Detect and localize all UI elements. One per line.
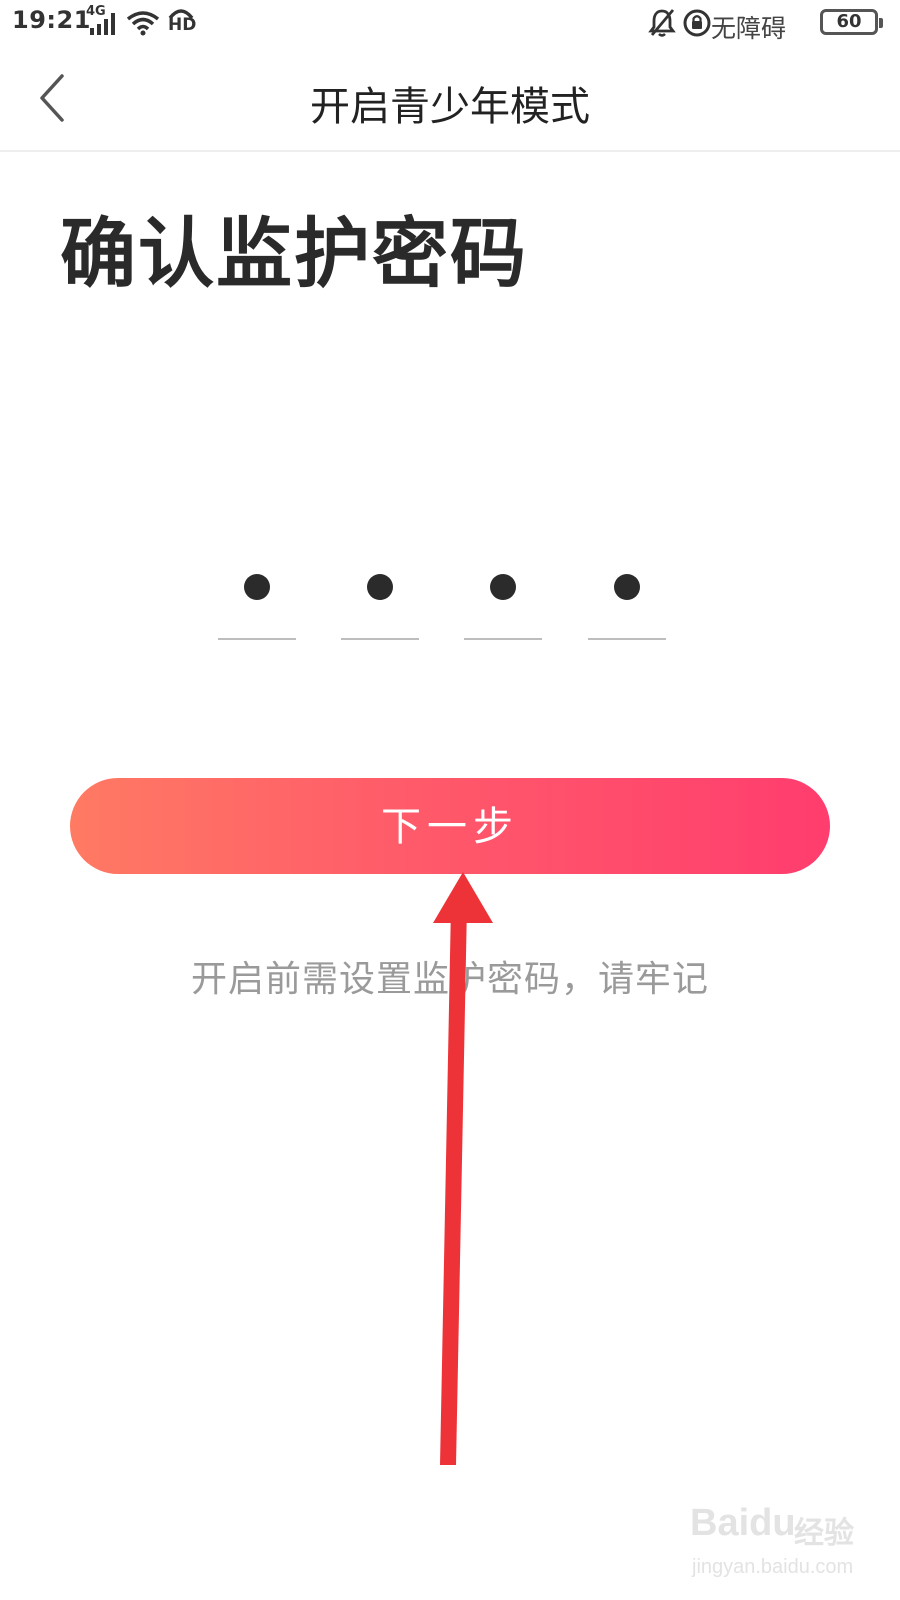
alarm-off-icon — [648, 9, 676, 37]
watermark-brand-cn: 经验 — [794, 1516, 854, 1551]
battery-level: 60 — [836, 11, 862, 32]
status-time: 19:21 — [12, 6, 91, 34]
pin-underline — [464, 638, 542, 640]
battery-icon: 60 — [820, 9, 883, 35]
hd-call-icon: HD — [166, 6, 197, 35]
watermark-brand: Baidu — [690, 1502, 796, 1544]
pin-dot — [367, 574, 393, 600]
pin-underline — [341, 638, 419, 640]
signal-icon — [90, 13, 115, 35]
pin-digit-2[interactable] — [341, 560, 419, 648]
pin-digit-1[interactable] — [218, 560, 296, 648]
page-title: 开启青少年模式 — [310, 84, 590, 130]
wifi-icon — [126, 11, 160, 36]
accessibility-label: 无障碍 — [710, 14, 786, 43]
pin-digit-4[interactable] — [588, 560, 666, 648]
pin-dot — [244, 574, 270, 600]
hint-text: 开启前需设置监护密码，请牢记 — [190, 959, 709, 1000]
hd-badge: HD — [168, 15, 197, 35]
baidu-jingyan-watermark: Baidu 经验 jingyan.baidu.com — [690, 1502, 870, 1586]
arrow-head — [433, 872, 493, 923]
rotation-lock-icon — [683, 9, 711, 37]
pin-dot — [614, 574, 640, 600]
status-right-icons: 无障碍 60 — [648, 6, 883, 43]
pin-input[interactable] — [0, 560, 900, 660]
pin-dot — [490, 574, 516, 600]
next-button[interactable]: 下一步 — [70, 778, 830, 874]
pin-underline — [588, 638, 666, 640]
header: 开启青少年模式 — [0, 46, 900, 152]
pin-digit-3[interactable] — [464, 560, 542, 648]
watermark-url: jingyan.baidu.com — [692, 1556, 854, 1578]
status-bar: 19:21 4G HD 无障碍 60 — [0, 0, 900, 46]
confirm-password-heading: 确认监护密码 — [60, 209, 528, 298]
pin-underline — [218, 638, 296, 640]
